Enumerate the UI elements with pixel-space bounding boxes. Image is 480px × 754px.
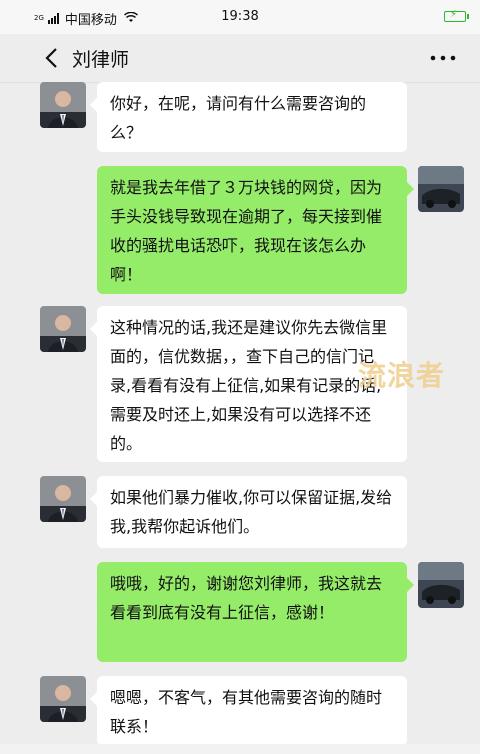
bolt-icon: ⚡ xyxy=(450,9,458,20)
message-bubble-outgoing: 哦哦，好的，谢谢您刘律师，我这就去看看到底有没有上征信，感谢！ xyxy=(97,562,414,662)
message-bubble-incoming: 如果他们暴力催收,你可以保留证据,发给我,我帮你起诉他们。 xyxy=(90,476,407,548)
chat-header: 刘律师 xyxy=(0,34,480,83)
message-bubble-outgoing: 就是我去年借了３万块钱的网贷，因为手头没钱导致现在逾期了，每天接到催收的骚扰电话… xyxy=(97,166,414,294)
user-avatar[interactable] xyxy=(418,166,464,212)
message-bubble-incoming: 嗯嗯，不客气，有其他需要咨询的随时联系！ xyxy=(90,676,407,746)
battery-charging-icon: ⚡ xyxy=(444,9,469,22)
bottom-edge xyxy=(0,744,480,754)
lawyer-avatar[interactable] xyxy=(40,82,86,128)
chat-title: 刘律师 xyxy=(72,49,130,71)
more-dots-icon[interactable] xyxy=(428,46,458,70)
lawyer-avatar[interactable] xyxy=(40,306,86,352)
chevron-left-icon[interactable] xyxy=(42,46,62,70)
user-avatar[interactable] xyxy=(418,562,464,608)
lawyer-avatar[interactable] xyxy=(40,676,86,722)
lawyer-avatar[interactable] xyxy=(40,476,86,522)
message-bubble-incoming: 你好，在呢，请问有什么需要咨询的么？ xyxy=(90,82,407,152)
watermark: 流浪者 xyxy=(358,359,446,392)
status-time: 19:38 xyxy=(221,9,259,24)
status-bar: 2G 中国移动 19:38 ⚡ xyxy=(0,0,480,34)
